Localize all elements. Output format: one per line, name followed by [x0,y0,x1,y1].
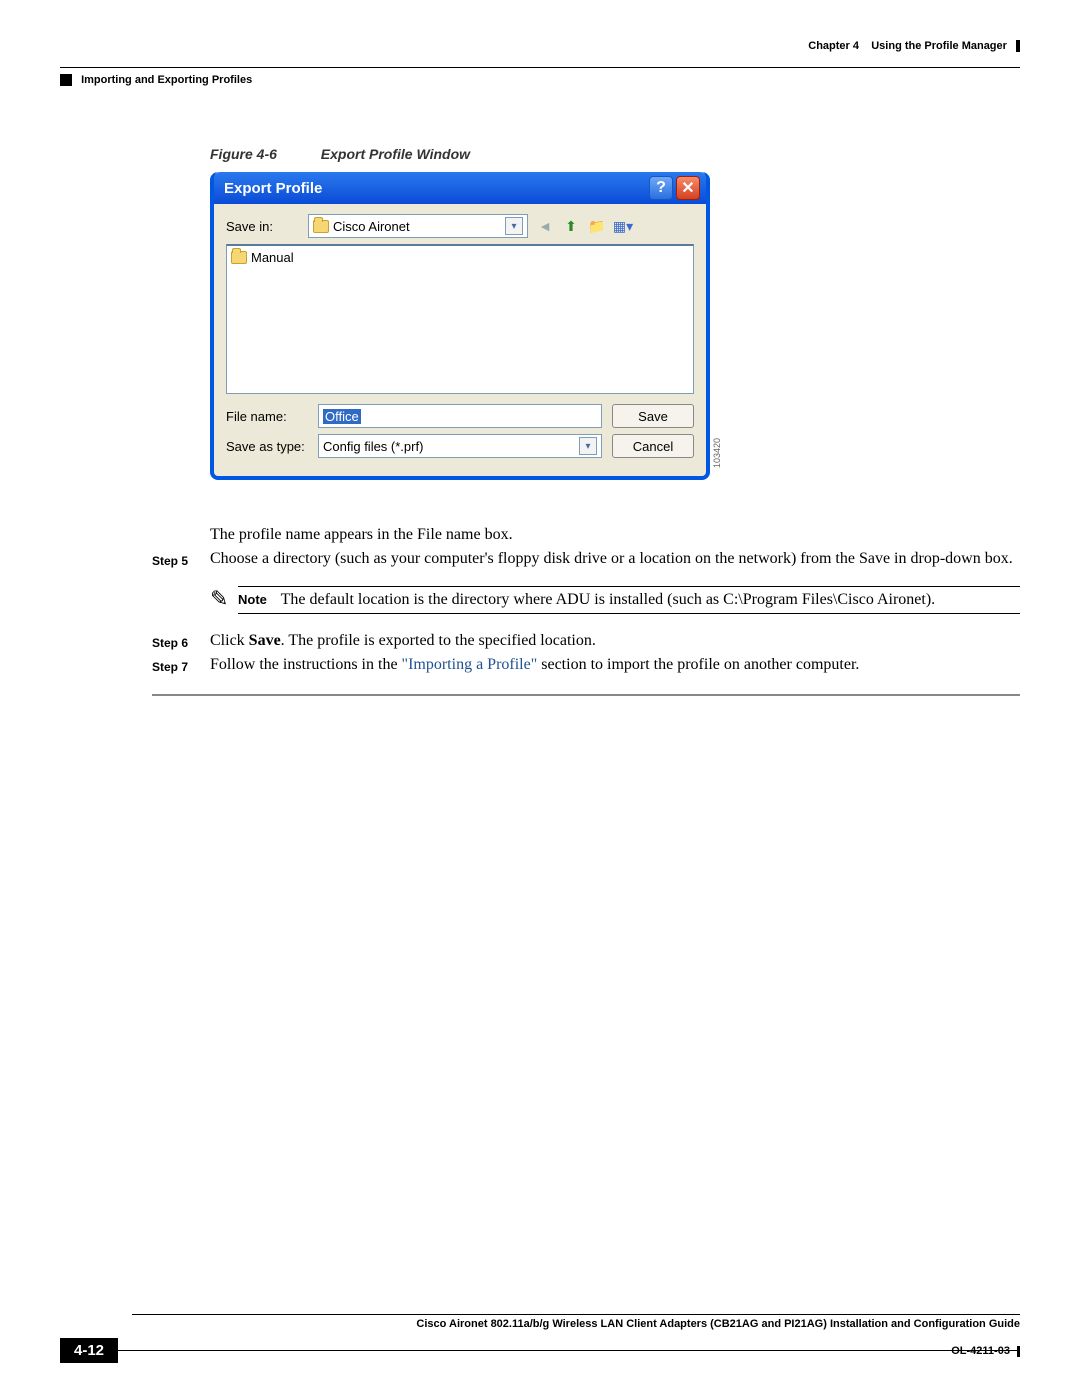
step-5: Step 5 Choose a directory (such as your … [152,550,1020,568]
header-chapter: Chapter 4 Using the Profile Manager [808,40,1020,52]
list-item-label: Manual [251,250,294,265]
figure-number: Figure 4-6 [210,146,277,162]
footer-doc-id: OL-4211-03 [951,1345,1010,1357]
save-in-label: Save in: [226,219,308,234]
dialog-title: Export Profile [224,180,646,197]
chevron-down-icon[interactable]: ▾ [579,437,597,455]
step-6: Step 6 Click Save. The profile is export… [152,632,1020,650]
file-listbox[interactable]: Manual [226,244,694,394]
footer-bar-icon [1017,1346,1020,1357]
dialog-titlebar: Export Profile ? ✕ [214,172,706,204]
save-as-type-label: Save as type: [226,439,308,454]
cancel-button[interactable]: Cancel [612,434,694,458]
help-button[interactable]: ? [649,176,673,200]
importing-profile-link[interactable]: "Importing a Profile" [402,656,538,673]
file-name-label: File name: [226,409,308,424]
save-as-type-value: Config files (*.prf) [323,439,423,454]
note-pencil-icon: ✎ [210,586,238,614]
step-label: Step 6 [152,632,210,650]
step-label: Step 7 [152,656,210,674]
toolbar: ◄ ⬆ 📁 ▦▾ [534,215,634,237]
new-folder-icon[interactable]: 📁 [586,215,608,237]
up-icon[interactable]: ⬆ [560,215,582,237]
save-button[interactable]: Save [612,404,694,428]
step-body: Click Save. The profile is exported to t… [210,632,1020,650]
intro-text: The profile name appears in the File nam… [210,526,1020,544]
step-label: Step 5 [152,550,210,568]
chapter-title: Using the Profile Manager [871,40,1007,52]
page-footer: Cisco Aironet 802.11a/b/g Wireless LAN C… [60,1314,1020,1357]
save-in-dropdown[interactable]: Cisco Aironet ▾ [308,214,528,238]
note-block: ✎ Note The default location is the direc… [210,586,1020,614]
image-id: 103420 [712,438,722,468]
footer-guide-title: Cisco Aironet 802.11a/b/g Wireless LAN C… [60,1315,1020,1330]
section-title: Importing and Exporting Profiles [81,74,252,86]
step-body: Follow the instructions in the "Importin… [210,656,1020,674]
note-body: Note The default location is the directo… [238,586,1020,614]
back-icon[interactable]: ◄ [534,215,556,237]
note-text: The default location is the directory wh… [281,591,936,608]
chapter-label: Chapter 4 [808,40,859,52]
save-as-type-dropdown[interactable]: Config files (*.prf) ▾ [318,434,602,458]
figure-caption: Figure 4-6 Export Profile Window [210,146,1020,162]
view-menu-icon[interactable]: ▦▾ [612,215,634,237]
folder-icon [231,251,247,264]
figure-title: Export Profile Window [321,146,470,162]
page-number: 4-12 [60,1338,118,1363]
header-square-icon [60,74,72,86]
file-name-value: Office [323,409,361,424]
export-profile-dialog: Export Profile ? ✕ Save in: Cisco Airone… [210,172,710,480]
header-bar-icon [1016,40,1020,52]
list-item[interactable]: Manual [231,250,689,265]
note-label: Note [238,592,267,607]
header-section: Importing and Exporting Profiles [60,74,1020,86]
folder-icon [313,220,329,233]
page-header: Chapter 4 Using the Profile Manager [60,40,1020,68]
save-in-value: Cisco Aironet [333,219,410,234]
close-button[interactable]: ✕ [676,176,700,200]
dialog-body: Save in: Cisco Aironet ▾ ◄ ⬆ 📁 ▦▾ [214,204,706,476]
step-7: Step 7 Follow the instructions in the "I… [152,656,1020,674]
section-end-rule [152,694,1020,696]
save-word: Save [249,632,281,649]
chevron-down-icon[interactable]: ▾ [505,217,523,235]
file-name-field[interactable]: Office [318,404,602,428]
step-body: Choose a directory (such as your compute… [210,550,1020,568]
